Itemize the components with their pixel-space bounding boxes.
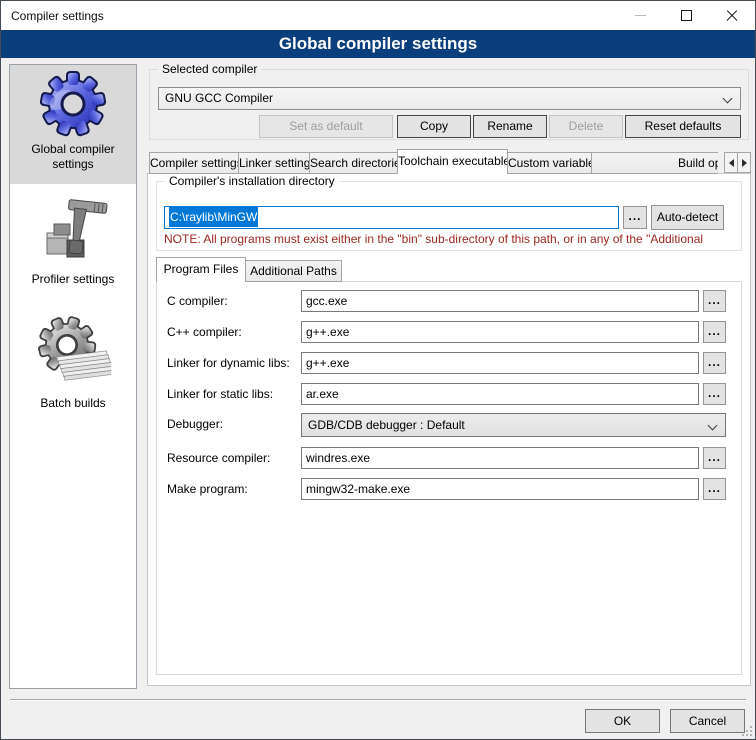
field-label: C compiler:: [167, 294, 228, 308]
maximize-icon: [681, 10, 692, 21]
gray-gear-stack-icon: [35, 315, 111, 393]
tab-scroll-left-button[interactable]: [724, 152, 738, 173]
dynamic-linker-input[interactable]: [301, 352, 699, 374]
debugger-select-value: GDB/CDB debugger : Default: [308, 418, 465, 432]
field-label: Linker for dynamic libs:: [167, 356, 290, 370]
reset-defaults-button[interactable]: Reset defaults: [625, 115, 741, 138]
sidebar-item-label: Profiler settings: [32, 272, 115, 287]
chevron-down-icon: [723, 94, 733, 104]
arrow-left-icon: [729, 159, 734, 167]
browse-cpp-compiler-button[interactable]: ...: [703, 321, 726, 343]
compiler-select-value: GNU GCC Compiler: [165, 91, 273, 105]
tab-toolchain-executables[interactable]: Toolchain executables: [397, 149, 508, 174]
static-linker-input[interactable]: [301, 383, 699, 405]
installation-directory-group-label: Compiler's installation directory: [165, 174, 339, 188]
toolchain-executables-page: Compiler's installation directory C:\ray…: [147, 173, 751, 686]
program-files-page: C compiler: ... C++ compiler: ... Linker…: [156, 281, 742, 675]
arrow-right-icon: [742, 159, 747, 167]
browse-make-program-button[interactable]: ...: [703, 478, 726, 500]
field-label: C++ compiler:: [167, 325, 242, 339]
cpp-compiler-input[interactable]: [301, 321, 699, 343]
ok-button[interactable]: OK: [585, 709, 660, 733]
tab-scroll-right-button[interactable]: [737, 152, 751, 173]
selected-compiler-group-label: Selected compiler: [158, 62, 261, 76]
tab-custom-variables[interactable]: Custom variables: [507, 152, 592, 174]
browse-static-linker-button[interactable]: ...: [703, 383, 726, 405]
tab-compiler-settings[interactable]: Compiler settings: [149, 152, 239, 174]
c-compiler-input[interactable]: [301, 290, 699, 312]
sidebar-item-batch-builds[interactable]: Batch builds: [10, 315, 136, 419]
close-button[interactable]: [709, 1, 755, 30]
copy-button[interactable]: Copy: [397, 115, 471, 138]
browse-c-compiler-button[interactable]: ...: [703, 290, 726, 312]
sidebar-item-label: Global compiler settings: [18, 142, 128, 172]
resize-grip[interactable]: [743, 727, 752, 736]
window-title: Compiler settings: [11, 9, 104, 23]
field-label: Debugger:: [167, 417, 223, 431]
auto-detect-button[interactable]: Auto-detect: [651, 205, 724, 230]
browse-dynamic-linker-button[interactable]: ...: [703, 352, 726, 374]
minimize-icon: [635, 15, 646, 16]
tab-program-files[interactable]: Program Files: [156, 257, 246, 282]
tab-additional-paths[interactable]: Additional Paths: [245, 260, 342, 282]
field-label: Linker for static libs:: [167, 387, 273, 401]
sidebar-item-profiler-settings[interactable]: Profiler settings: [10, 193, 136, 295]
resource-compiler-input[interactable]: [301, 447, 699, 469]
sidebar-item-global-compiler-settings[interactable]: Global compiler settings: [10, 65, 136, 184]
settings-sidebar: Global compiler settings Profiler settin…: [9, 64, 137, 689]
compiler-settings-dialog: Compiler settings Global compiler settin…: [0, 0, 756, 740]
dialog-banner: Global compiler settings: [1, 30, 755, 58]
field-label: Resource compiler:: [167, 451, 270, 465]
chevron-down-icon: [708, 421, 718, 431]
main-tab-control: Compiler's installation directory C:\ray…: [147, 149, 751, 686]
title-bar: Compiler settings: [1, 1, 755, 30]
installation-directory-input[interactable]: C:\raylib\MinGW: [164, 206, 619, 229]
make-program-input[interactable]: [301, 478, 699, 500]
tab-search-directories[interactable]: Search directories: [309, 152, 398, 174]
minimize-button[interactable]: [617, 1, 663, 30]
tab-scroll-buttons: [725, 152, 751, 173]
cancel-button[interactable]: Cancel: [670, 709, 745, 733]
browse-resource-compiler-button[interactable]: ...: [703, 447, 726, 469]
sidebar-item-label: Batch builds: [40, 396, 105, 411]
delete-button[interactable]: Delete: [549, 115, 623, 138]
tab-build-options[interactable]: Build options: [591, 152, 718, 174]
maximize-button[interactable]: [663, 1, 709, 30]
tab-linker-settings[interactable]: Linker settings: [238, 152, 310, 174]
browse-directory-button[interactable]: ...: [623, 206, 647, 229]
compiler-select[interactable]: GNU GCC Compiler: [158, 87, 741, 110]
debugger-select[interactable]: GDB/CDB debugger : Default: [301, 413, 726, 437]
selected-path-text: C:\raylib\MinGW: [169, 207, 258, 227]
caliper-icon: [37, 193, 109, 269]
rename-button[interactable]: Rename: [473, 115, 547, 138]
field-label: Make program:: [167, 482, 248, 496]
bin-directory-note: NOTE: All programs must exist either in …: [164, 232, 734, 246]
set-as-default-button[interactable]: Set as default: [259, 115, 393, 138]
blue-gear-icon: [38, 69, 108, 139]
sub-tab-strip: Program Files Additional Paths: [156, 258, 341, 282]
footer-divider: [10, 699, 746, 700]
close-icon: [726, 10, 738, 22]
main-tab-strip: Compiler settings Linker settings Search…: [147, 149, 751, 174]
